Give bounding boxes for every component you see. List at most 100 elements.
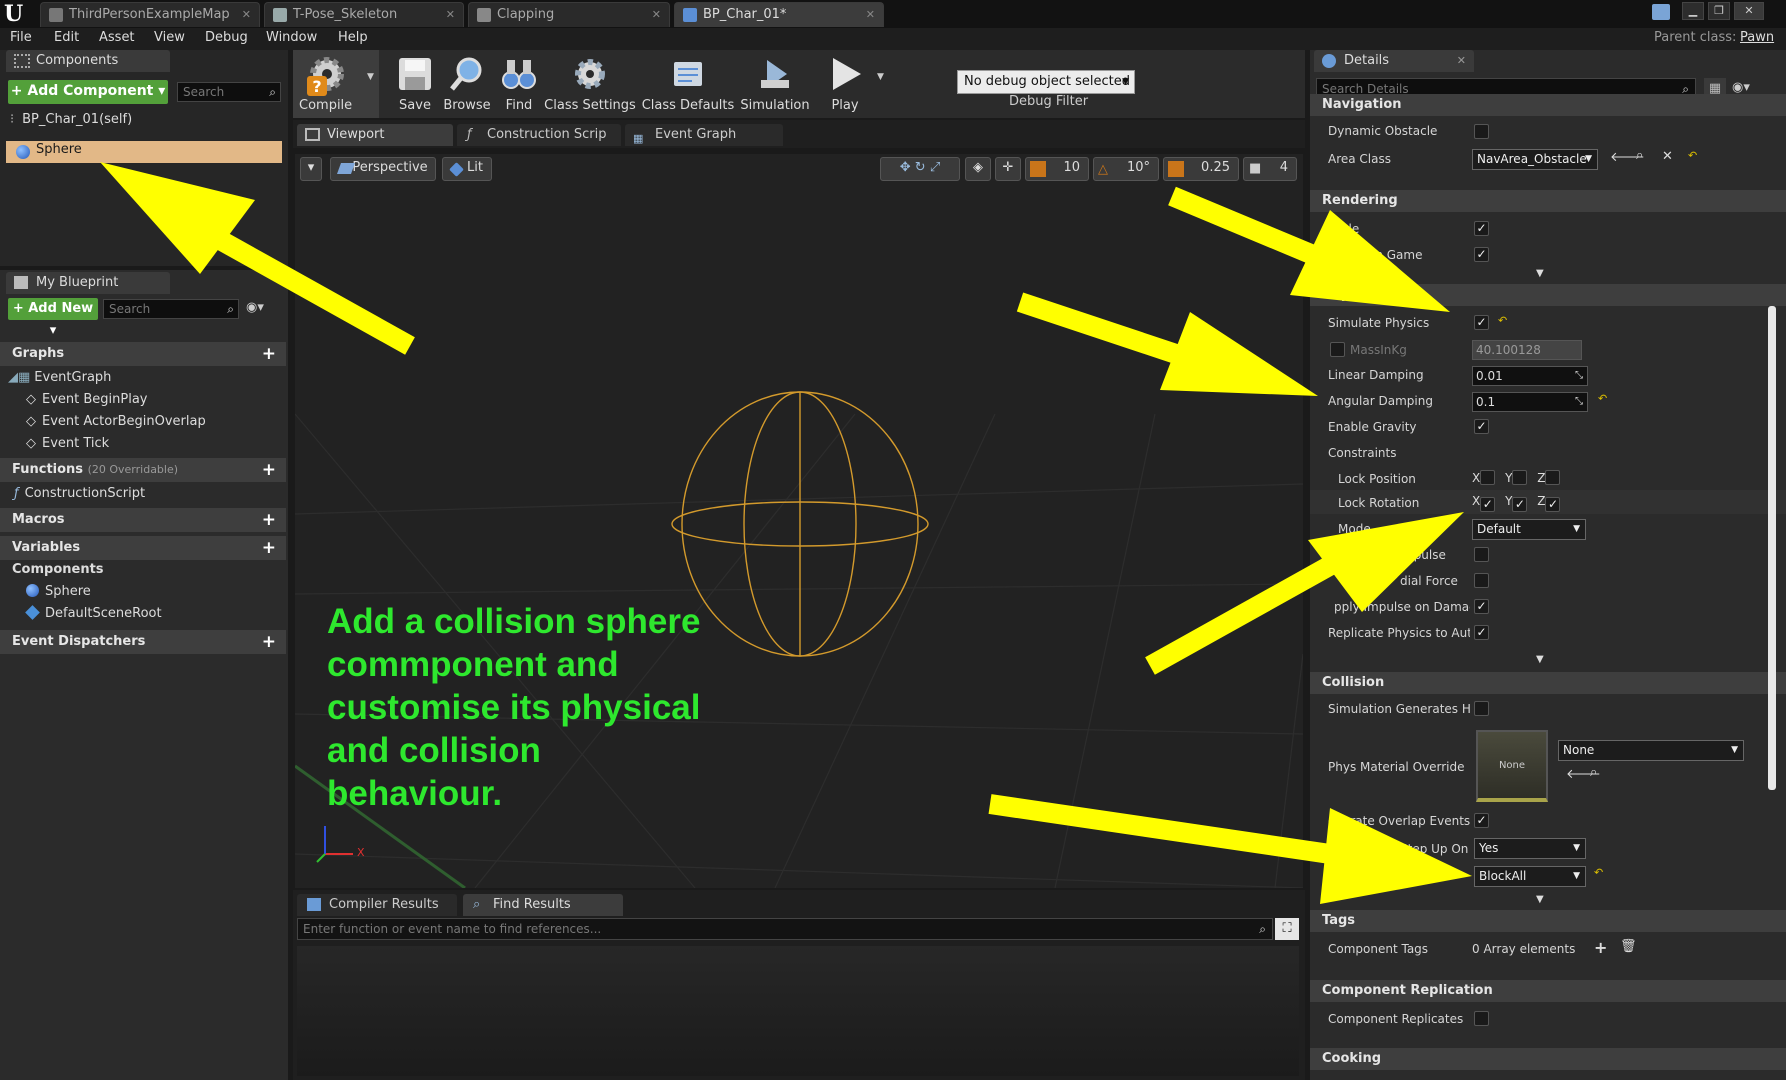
navigation-section[interactable]: Navigation [1310,94,1786,116]
rotation-snap-button[interactable]: △ 10° [1093,157,1159,181]
tab-bp-char-01[interactable]: BP_Char_01* ✕ [674,2,884,27]
construction-script-item[interactable]: ƒ ConstructionScript [14,484,145,504]
area-class-dropdown[interactable]: NavArea_Obstacle [1472,149,1598,170]
parent-class-link[interactable]: Pawn [1740,30,1774,45]
compile-options-chevron-icon[interactable]: ▼ [367,72,374,82]
apply-impulse-checkbox[interactable]: ✓ [1474,599,1489,614]
tab-construction-script[interactable]: ƒ Construction Scrip [457,124,621,146]
maximize-button[interactable]: ❐ [1708,2,1730,20]
macros-header[interactable]: Macros + [0,508,286,532]
clear-x-icon[interactable]: ✕ [1662,149,1673,164]
tab-event-graph[interactable]: ▦ Event Graph [625,124,783,146]
viewport-options-button[interactable]: ▾ [300,157,322,181]
rendering-section[interactable]: Rendering [1310,190,1786,212]
blueprint-search-input[interactable]: Search ⌕ [103,299,239,319]
expand-advanced-chevron-icon[interactable]: ▼ [1536,894,1544,905]
reset-to-default-icon[interactable]: ↶ [1598,392,1607,405]
simulate-physics-checkbox[interactable]: ✓ [1474,315,1489,330]
graphs-header[interactable]: Graphs + [0,342,286,366]
debug-object-select[interactable]: No debug object selected ▼ [957,70,1135,94]
collision-preset-dropdown[interactable]: BlockAll [1474,866,1586,887]
event-dispatchers-header[interactable]: Event Dispatchers + [0,630,286,654]
lock-position-y-checkbox[interactable] [1512,470,1528,485]
component-sphere-selected[interactable]: Sphere [6,141,282,163]
component-replication-section[interactable]: Component Replication [1310,980,1786,1002]
find-button[interactable]: Find [487,50,551,116]
angular-damping-field[interactable]: 0.1 ⤡ [1472,392,1588,412]
reset-to-default-icon[interactable]: ↶ [1688,149,1697,162]
add-dispatcher-icon[interactable]: + [262,630,276,654]
transform-tools[interactable]: ✥ ↻ ⤢ [880,157,960,181]
tab-thirdperson-map[interactable]: ThirdPersonExampleMap ✕ [40,2,260,27]
close-icon[interactable]: ✕ [242,3,251,27]
tab-tpose-skeleton[interactable]: T-Pose_Skeleton ✕ [264,2,464,27]
lock-position-z-checkbox[interactable] [1545,470,1561,485]
event-actorbeginoverlap-item[interactable]: ◇ Event ActorBeginOverlap [26,412,206,432]
event-graph-item[interactable]: ◢▦ EventGraph [8,368,111,388]
my-blueprint-tab[interactable]: My Blueprint [6,272,170,294]
viewport[interactable]: X ▾ Perspective Lit ✥ ↻ ⤢ ◈ ✛ 10 △ 10° 0.… [295,154,1303,888]
camera-speed-button[interactable]: ■ 4 [1243,157,1297,181]
close-icon[interactable]: ✕ [446,3,455,27]
menu-edit[interactable]: Edit [54,30,79,45]
add-new-button[interactable]: + Add New ▾ [8,298,98,338]
sim-generates-hit-checbox[interactable] [1474,701,1489,716]
lock-rotation-z-checkbox[interactable]: ✓ [1545,497,1561,512]
add-macro-icon[interactable]: + [262,508,276,532]
mass-override-checkbox[interactable] [1330,342,1345,357]
mass-value-field[interactable]: 40.100128 [1472,340,1582,360]
collision-section[interactable]: Collision [1310,672,1786,694]
enable-gravity-checkbox[interactable]: ✓ [1474,419,1489,434]
view-options-eye-icon[interactable]: ◉▾ [246,300,264,315]
replicate-physics-checkbox[interactable]: ✓ [1474,625,1489,640]
rotate-tool-icon[interactable]: ↻ [915,160,926,175]
reset-to-default-icon[interactable]: ↶ [1594,866,1603,879]
add-element-icon[interactable]: + [1594,938,1607,957]
reset-to-default-icon[interactable]: ↶ [1498,314,1507,327]
scale-snap-button[interactable]: 0.25 [1163,157,1239,181]
simulation-button[interactable]: Simulation [739,50,811,116]
can-step-up-dropdown[interactable]: Yes [1474,838,1586,859]
generate-overlap-checkbox[interactable]: ✓ [1474,813,1489,828]
grid-snap-button[interactable]: 10 [1025,157,1089,181]
tab-viewport[interactable]: Viewport [297,124,453,146]
dynamic-obstacle-checkbox[interactable] [1474,124,1489,139]
phys-material-thumbnail[interactable]: None [1476,730,1548,802]
component-root[interactable]: ⁝ BP_Char_01(self) [10,110,132,130]
expand-advanced-chevron-icon[interactable]: ▼ [1536,268,1544,279]
event-tick-item[interactable]: ◇ Event Tick [26,434,109,454]
menu-debug[interactable]: Debug [205,30,248,45]
class-settings-button[interactable]: Class Settings [543,50,637,116]
find-in-all-blueprints-icon[interactable]: ⛶ [1275,918,1299,940]
tab-find-results[interactable]: ⌕ Find Results [463,894,623,916]
tab-clapping[interactable]: Clapping ✕ [468,2,670,27]
lock-rotation-x-checkbox[interactable]: ✓ [1480,497,1496,512]
variables-header[interactable]: Variables + [0,536,286,560]
browse-magnifier-icon[interactable]: ⌕ [1590,765,1597,780]
tab-compiler-results[interactable]: Compiler Results [297,894,457,916]
perspective-button[interactable]: Perspective [330,157,436,181]
variable-defaultsceneroot-item[interactable]: DefaultSceneRoot [25,604,162,624]
menu-file[interactable]: File [10,30,32,45]
visible-checkbox[interactable]: ✓ [1474,221,1489,236]
add-function-icon[interactable]: + [262,458,276,482]
lit-button[interactable]: Lit [442,157,492,181]
browse-magnifier-icon[interactable]: ⌕ [1636,148,1643,163]
constraints-group[interactable]: Constraints [1328,446,1396,460]
menu-asset[interactable]: Asset [99,30,135,45]
ignore-radial-force-checkbox[interactable] [1474,573,1489,588]
details-view-options-eye-icon[interactable]: ◉▾ [1732,80,1750,95]
expand-advanced-chevron-icon[interactable]: ▼ [1536,654,1544,665]
window-close-button[interactable]: ✕ [1734,2,1764,20]
linear-damping-field[interactable]: 0.01 ⤡ [1472,366,1588,386]
lock-position-x-checkbox[interactable] [1480,470,1496,485]
close-icon[interactable]: ✕ [652,3,661,27]
compile-button[interactable]: ? Compile ▼ [293,50,379,118]
move-tool-icon[interactable]: ✥ [900,160,911,175]
ignore-impulse-checkbox[interactable] [1474,547,1489,562]
close-icon[interactable]: ✕ [1457,50,1466,72]
cooking-section[interactable]: Cooking [1310,1048,1786,1070]
menu-help[interactable]: Help [338,30,368,45]
close-icon[interactable]: ✕ [866,3,875,27]
details-tab[interactable]: Details ✕ [1314,50,1474,72]
